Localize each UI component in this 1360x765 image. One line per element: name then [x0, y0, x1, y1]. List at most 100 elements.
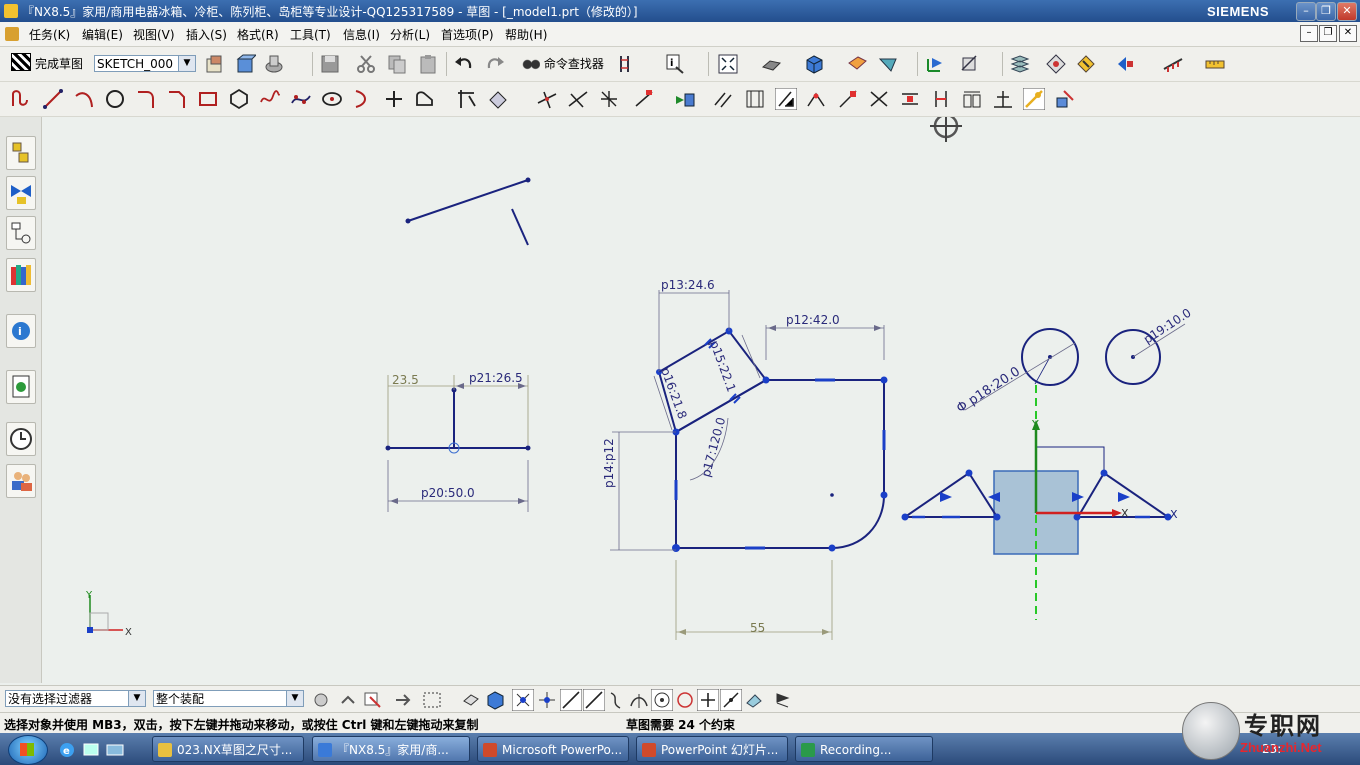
sketch-line[interactable] — [407, 179, 529, 222]
menu-format[interactable]: 格式(R) — [237, 26, 279, 43]
layer-settings-icon[interactable] — [1009, 53, 1031, 75]
sketch-line[interactable] — [511, 208, 529, 246]
taskbar-item[interactable]: PowerPoint 幻灯片... — [636, 736, 788, 762]
shaded-cube-icon[interactable] — [803, 53, 825, 75]
angular-dimension-icon[interactable] — [930, 88, 952, 110]
circle-icon[interactable] — [104, 88, 126, 110]
parallel-dimension-icon[interactable] — [868, 88, 890, 110]
measure-distance-icon[interactable] — [1204, 53, 1226, 75]
quick-extend-icon[interactable] — [487, 88, 509, 110]
conic-icon[interactable] — [352, 88, 374, 110]
doc-minimize-button[interactable]: – — [1300, 25, 1318, 42]
internet-explorer-tab[interactable]: i — [6, 314, 36, 348]
menu-analysis[interactable]: 分析(L) — [390, 26, 430, 43]
menu-help[interactable]: 帮助(H) — [505, 26, 547, 43]
auto-constrain-icon[interactable] — [598, 88, 620, 110]
render-style-icon[interactable] — [760, 53, 782, 75]
constraint-icon[interactable] — [567, 88, 589, 110]
menu-info[interactable]: 信息(I) — [343, 26, 380, 43]
snap-control-point-icon[interactable] — [583, 689, 605, 711]
general-selection-filter-icon[interactable] — [310, 689, 332, 711]
taskbar-item[interactable]: Microsoft PowerPo... — [477, 736, 629, 762]
menu-preferences[interactable]: 首选项(P) — [441, 26, 494, 43]
fillet-icon[interactable] — [135, 88, 157, 110]
selection-scope-select[interactable]: 整个装配 ▼ — [153, 690, 304, 707]
alternate-solution-icon[interactable] — [713, 88, 735, 110]
main-profile-sketch[interactable] — [610, 290, 888, 640]
dimension-label[interactable]: p21:26.5 — [469, 371, 523, 385]
snap-endpoint-icon[interactable] — [512, 689, 534, 711]
show-desktop-icon[interactable] — [82, 741, 100, 759]
constraint-navigator-tab[interactable] — [6, 176, 36, 210]
clock-tab[interactable] — [6, 422, 36, 456]
select-solid-icon[interactable] — [484, 689, 506, 711]
perimeter-dimension-icon[interactable] — [1023, 88, 1045, 110]
information-icon[interactable]: i — [664, 53, 686, 75]
perpendicular-dimension-icon[interactable] — [899, 88, 921, 110]
selection-list-icon[interactable] — [772, 689, 794, 711]
reattach-sketch-icon[interactable] — [204, 53, 226, 75]
reuse-library-tab[interactable] — [6, 258, 36, 292]
sketch-canvas[interactable]: 23.5 p21:26.5 p20:50.0 p13:24.6 p12:42.0… — [42, 110, 1360, 683]
sketch-name-select[interactable]: SKETCH_000 ▼ — [94, 55, 196, 72]
vertical-dimension-icon[interactable] — [837, 88, 859, 110]
assembly-navigator-tab[interactable] — [6, 136, 36, 170]
radius-dimension-icon[interactable] — [992, 88, 1014, 110]
fit-view-icon[interactable] — [717, 53, 739, 75]
snap-midpoint-icon[interactable] — [536, 689, 558, 711]
sketch-task-env-icon[interactable] — [616, 53, 638, 75]
rectangle-icon[interactable] — [197, 88, 219, 110]
menu-view[interactable]: 视图(V) — [133, 26, 175, 43]
studio-spline-icon[interactable] — [259, 88, 281, 110]
menu-app-icon[interactable] — [5, 27, 19, 41]
command-finder-button[interactable]: 命令查找器 — [522, 55, 604, 72]
snap-point-on-curve-icon[interactable] — [720, 689, 742, 711]
convert-reference-icon[interactable] — [674, 88, 696, 110]
undo-icon[interactable] — [453, 53, 475, 75]
dimension-label[interactable]: p14:p12 — [602, 438, 616, 488]
menu-edit[interactable]: 编辑(E) — [82, 26, 123, 43]
taskbar-item[interactable]: 023.NX草图之尺寸... — [152, 736, 304, 762]
internet-explorer-icon[interactable]: e — [58, 741, 76, 759]
snap-quadrant-icon[interactable] — [674, 689, 696, 711]
reset-filter-icon[interactable] — [392, 689, 414, 711]
taskbar-item[interactable]: 『NX8.5』家用/商... — [312, 736, 470, 762]
doc-restore-button[interactable]: ❐ — [1319, 25, 1337, 42]
arc-icon[interactable] — [73, 88, 95, 110]
selection-priority-icon[interactable] — [1114, 53, 1136, 75]
wcs-dynamic-icon[interactable] — [924, 53, 946, 75]
snap-existing-point-icon[interactable] — [697, 689, 719, 711]
diameter-label[interactable]: Φ p18:20.0 — [954, 364, 1023, 416]
show-all-constraints-icon[interactable] — [634, 88, 656, 110]
quick-trim-icon[interactable] — [455, 88, 477, 110]
dimension-label[interactable]: p12:42.0 — [786, 313, 840, 327]
save-icon[interactable] — [319, 53, 341, 75]
snap-circle-center-icon[interactable] — [651, 689, 673, 711]
copy-icon[interactable] — [386, 53, 408, 75]
inferred-dimension-icon[interactable] — [775, 88, 797, 110]
line-icon[interactable] — [42, 88, 64, 110]
select-feature-icon[interactable] — [338, 689, 360, 711]
show-hide-icon[interactable] — [1075, 53, 1097, 75]
radius-label[interactable]: p19:10.0 — [1141, 306, 1194, 347]
menu-tools[interactable]: 工具(T) — [290, 26, 331, 43]
part-navigator-tab[interactable] — [6, 216, 36, 250]
graphics-window[interactable]: 23.5 p21:26.5 p20:50.0 p13:24.6 p12:42.0… — [42, 110, 1360, 683]
dimension-label[interactable]: p16:21.8 — [658, 366, 690, 421]
clip-view-icon[interactable] — [877, 53, 899, 75]
orient-view-icon[interactable] — [234, 53, 256, 75]
dimension-label[interactable]: 55 — [750, 621, 765, 635]
animate-dimension-icon[interactable] — [744, 88, 766, 110]
taskbar-item[interactable]: Recording... — [795, 736, 933, 762]
history-tab[interactable] — [6, 370, 36, 404]
redo-icon[interactable] — [484, 53, 506, 75]
horizontal-dimension-icon[interactable] — [806, 88, 828, 110]
fit-spline-icon[interactable] — [290, 88, 312, 110]
line-endpoint[interactable] — [405, 218, 411, 224]
close-button[interactable]: ✕ — [1337, 2, 1357, 21]
restore-button[interactable]: ❐ — [1316, 2, 1336, 21]
dimension-label[interactable]: p13:24.6 — [661, 278, 715, 292]
polygon-icon[interactable] — [228, 88, 250, 110]
minimize-button[interactable]: – — [1296, 2, 1316, 21]
paste-icon[interactable] — [417, 53, 439, 75]
